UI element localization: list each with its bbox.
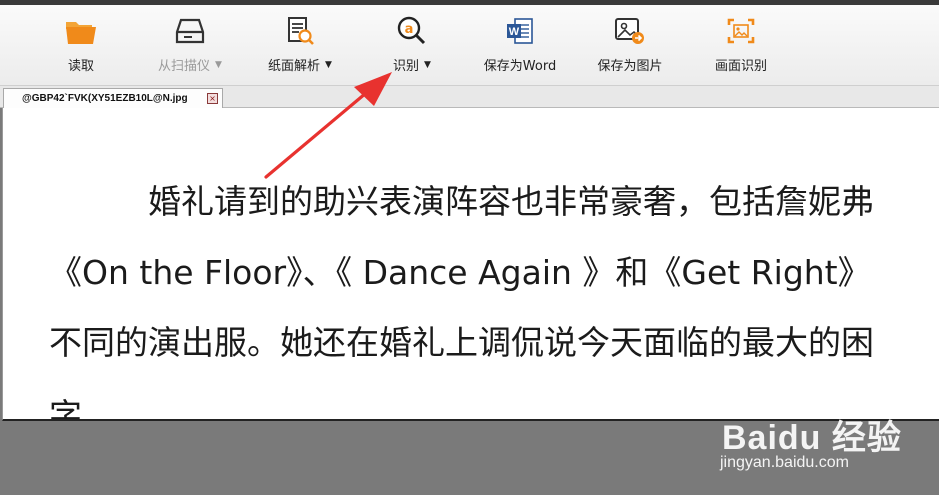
chevron-down-icon: ▼ [215, 59, 222, 70]
screen-recognize-button[interactable]: 画面识别 [706, 5, 776, 86]
read-button[interactable]: 读取 [48, 5, 114, 86]
document-text-line: 《On the Floor》、《 Dance Again 》和《Get Righ… [49, 253, 871, 292]
svg-text:W: W [509, 26, 520, 38]
screen-capture-icon [724, 14, 758, 48]
document-text-line: 字。 [49, 396, 115, 421]
document-text-line: 婚礼请到的助兴表演阵容也非常豪奢，包括詹妮弗 [148, 182, 874, 221]
document-text-line: 不同的演出服。她还在婚礼上调侃说今天面临的最大的困 [49, 323, 874, 362]
screen-recognize-label: 画面识别 [714, 59, 767, 74]
close-icon[interactable]: × [207, 93, 218, 104]
document-search-icon [283, 14, 317, 48]
tab-title: @GBP42`FVK(XY51EZB10L@N.jpg [22, 93, 188, 104]
read-label: 读取 [67, 59, 94, 74]
recognize-button[interactable]: a 识别 ▼ [382, 5, 442, 86]
save-as-image-button[interactable]: 保存为图片 [590, 5, 670, 86]
tab-document[interactable]: @GBP42`FVK(XY51EZB10L@N.jpg × [3, 88, 223, 108]
page-analysis-button[interactable]: 纸面解析 ▼ [258, 5, 342, 86]
document-view: 婚礼请到的助兴表演阵容也非常豪奢，包括詹妮弗 《On the Floor》、《 … [2, 108, 939, 421]
folder-icon [64, 14, 98, 48]
ocr-recognize-icon: a [395, 14, 429, 48]
from-scanner-label: 从扫描仪 [158, 59, 211, 74]
recognize-label: 识别 [393, 59, 420, 74]
from-scanner-button[interactable]: 从扫描仪 ▼ [148, 5, 232, 86]
chevron-down-icon: ▼ [424, 59, 431, 70]
svg-text:a: a [405, 22, 414, 37]
save-image-icon [613, 14, 647, 48]
save-as-image-label: 保存为图片 [597, 59, 663, 74]
document-tab-bar: @GBP42`FVK(XY51EZB10L@N.jpg × [0, 86, 939, 108]
chevron-down-icon: ▼ [325, 59, 332, 70]
save-as-word-button[interactable]: W 保存为Word [476, 5, 564, 86]
toolbar: 读取 从扫描仪 ▼ 纸面解析 ▼ a 识别 ▼ W 保存为Word 保存为图片 … [0, 5, 939, 86]
page-analysis-label: 纸面解析 [268, 59, 321, 74]
word-icon: W [503, 14, 537, 48]
baidu-jingyan-watermark: Baidu 经验 jingyan.baidu.com [716, 392, 936, 492]
watermark-url: jingyan.baidu.com [720, 454, 849, 471]
save-as-word-label: 保存为Word [483, 59, 557, 74]
watermark-logo: Baidu 经验 [722, 419, 902, 457]
scanner-icon [173, 14, 207, 48]
